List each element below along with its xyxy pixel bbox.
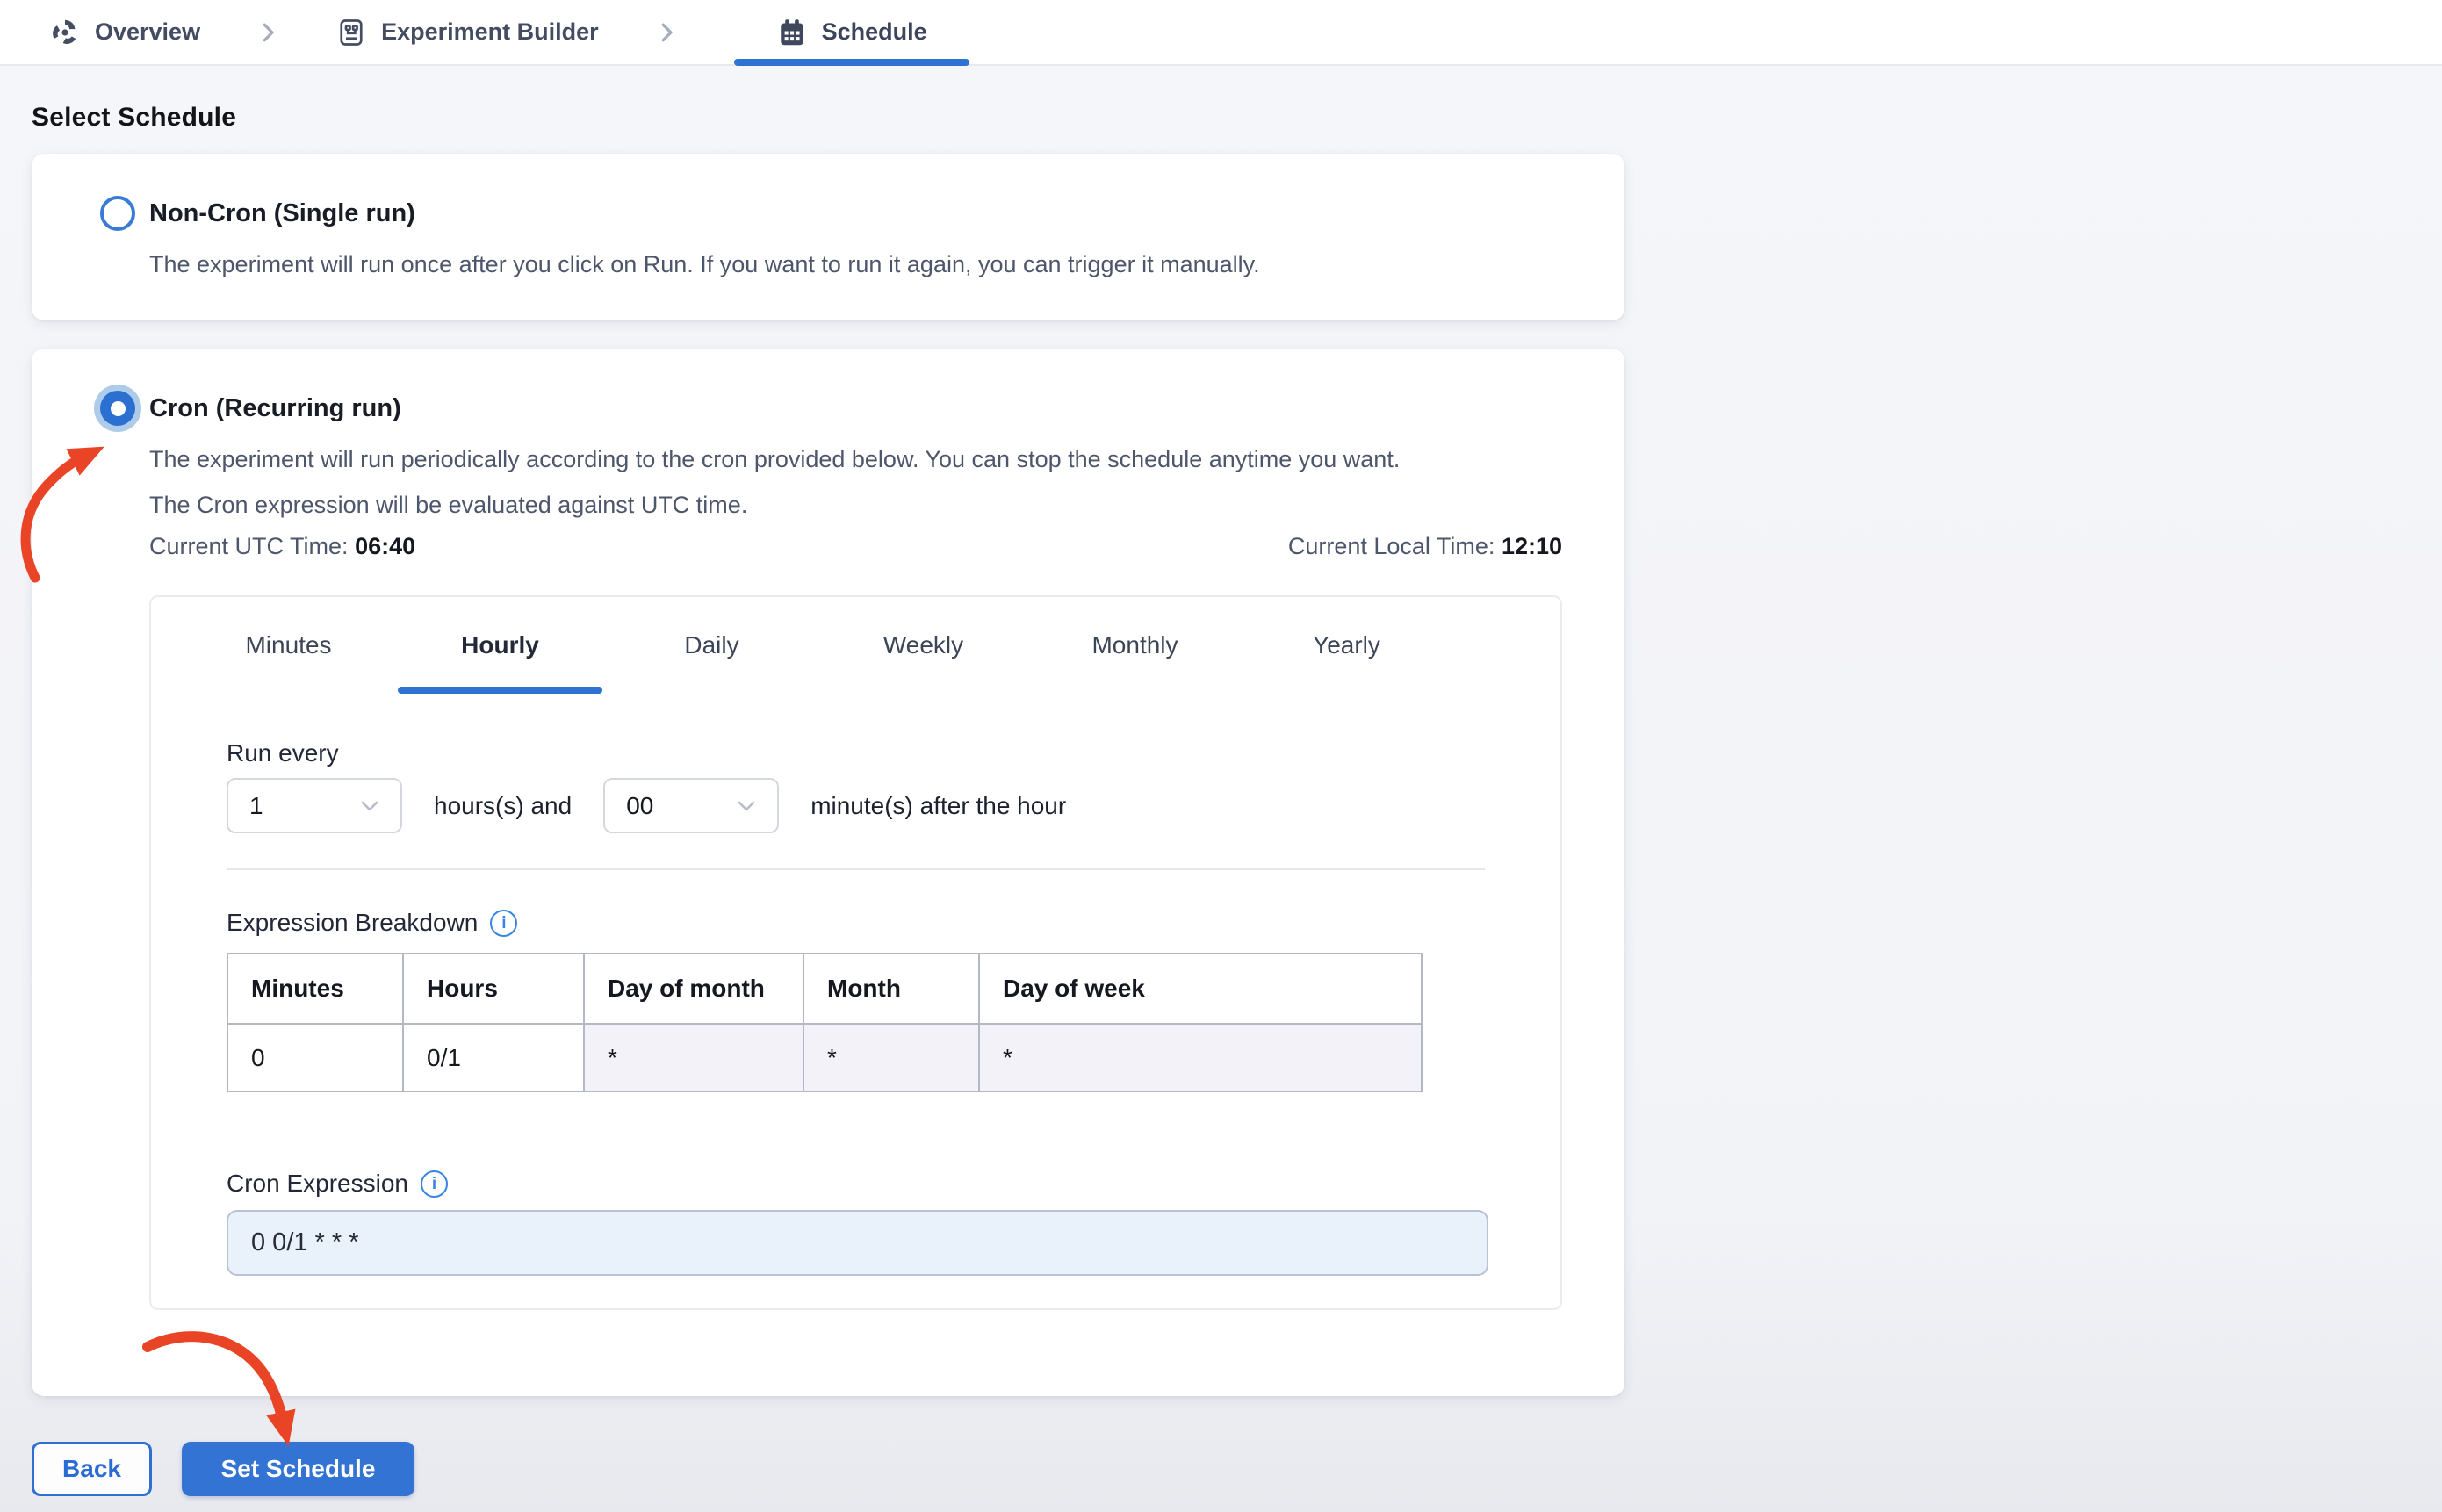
cell-day-of-month: * [583, 1023, 804, 1092]
active-tab-underline [733, 59, 969, 66]
cell-day-of-week: * [978, 1023, 1423, 1092]
col-month: Month [803, 953, 980, 1025]
cell-minutes: 0 [227, 1023, 404, 1092]
current-local-time: Current Local Time: 12:10 [1287, 533, 1562, 559]
local-time-value: 12:10 [1501, 533, 1562, 559]
expression-breakdown-table: Minutes Hours Day of month Month Day of … [227, 953, 1423, 1092]
table-value-row: 0 0/1 * * * [227, 1023, 1423, 1092]
col-day-of-week: Day of week [978, 953, 1423, 1025]
cron-radio[interactable] [100, 391, 135, 426]
info-icon[interactable]: i [490, 909, 518, 937]
footer-actions: Back Set Schedule [32, 1442, 2410, 1496]
calendar-icon [776, 17, 808, 48]
cron-expression-input[interactable]: 0 0/1 * * * [227, 1210, 1488, 1276]
tab-daily[interactable]: Daily [606, 597, 818, 694]
tab-minutes[interactable]: Minutes [183, 597, 394, 694]
breadcrumb-item-schedule[interactable]: Schedule [733, 0, 969, 66]
col-minutes: Minutes [227, 953, 404, 1025]
tab-weekly[interactable]: Weekly [818, 597, 1029, 694]
cron-scheduler-panel: Minutes Hourly Daily Weekly Monthly Year… [149, 595, 1562, 1310]
breadcrumb-item-overview[interactable]: Overview [49, 0, 200, 64]
main-content: Select Schedule Non-Cron (Single run) Th… [0, 103, 2442, 1496]
run-every-label: Run every [227, 739, 339, 767]
chevron-down-icon [360, 800, 379, 812]
cron-description-line2: The Cron expression will be evaluated ag… [149, 492, 748, 518]
hours-select[interactable]: 1 [227, 778, 402, 833]
breadcrumb-label-schedule: Schedule [821, 18, 927, 45]
experiment-builder-icon [335, 17, 367, 48]
cron-title: Cron (Recurring run) [149, 393, 401, 422]
schedule-tabbar: Minutes Hourly Daily Weekly Monthly Year… [151, 597, 1560, 694]
cron-option-card: Cron (Recurring run) The experiment will… [32, 349, 1624, 1396]
top-navigation-bar: Overview Experiment Builder Schedule [0, 0, 2442, 66]
breadcrumb-item-experiment-builder[interactable]: Experiment Builder [335, 0, 599, 64]
col-hours: Hours [402, 953, 585, 1025]
hours-select-value: 1 [249, 791, 263, 819]
overview-icon [49, 17, 81, 48]
breadcrumb: Overview Experiment Builder Schedule [49, 0, 969, 66]
cron-expression-label: Cron Expression [227, 1170, 408, 1197]
back-button[interactable]: Back [32, 1442, 152, 1496]
set-schedule-button[interactable]: Set Schedule [182, 1442, 414, 1496]
utc-time-value: 06:40 [355, 533, 416, 559]
time-info-row: Current UTC Time: 06:40 Current Local Ti… [149, 533, 1562, 560]
hours-suffix-text: hours(s) and [434, 791, 573, 819]
chevron-down-icon [737, 800, 756, 812]
cell-month: * [803, 1023, 980, 1092]
non-cron-radio[interactable] [100, 196, 135, 231]
section-divider [227, 868, 1485, 870]
expression-breakdown-label: Expression Breakdown [227, 909, 479, 936]
cell-hours: 0/1 [402, 1023, 585, 1092]
cron-description-line1: The experiment will run periodically acc… [149, 446, 1401, 472]
minutes-select-value: 00 [626, 791, 654, 819]
col-day-of-month: Day of month [583, 953, 804, 1025]
minutes-select[interactable]: 00 [603, 778, 780, 833]
chevron-right-icon [653, 19, 680, 46]
breadcrumb-label-overview: Overview [95, 18, 201, 45]
breadcrumb-label-experiment-builder: Experiment Builder [381, 18, 599, 45]
tab-hourly[interactable]: Hourly [394, 597, 606, 694]
info-icon[interactable]: i [420, 1170, 448, 1198]
tab-active-underline [398, 687, 602, 694]
page-title: Select Schedule [32, 103, 237, 132]
non-cron-description: The experiment will run once after you c… [149, 251, 1260, 277]
cron-expression-value: 0 0/1 * * * [251, 1228, 359, 1256]
run-every-row: 1 hours(s) and 00 minute(s) after the ho… [227, 778, 1485, 833]
tab-monthly[interactable]: Monthly [1029, 597, 1241, 694]
non-cron-title: Non-Cron (Single run) [149, 198, 415, 227]
chevron-right-icon [255, 19, 281, 46]
non-cron-option-card[interactable]: Non-Cron (Single run) The experiment wil… [32, 154, 1624, 320]
tab-yearly[interactable]: Yearly [1241, 597, 1452, 694]
current-utc-time: Current UTC Time: 06:40 [149, 533, 416, 559]
table-header-row: Minutes Hours Day of month Month Day of … [227, 953, 1423, 1025]
minutes-suffix-text: minute(s) after the hour [810, 791, 1067, 819]
